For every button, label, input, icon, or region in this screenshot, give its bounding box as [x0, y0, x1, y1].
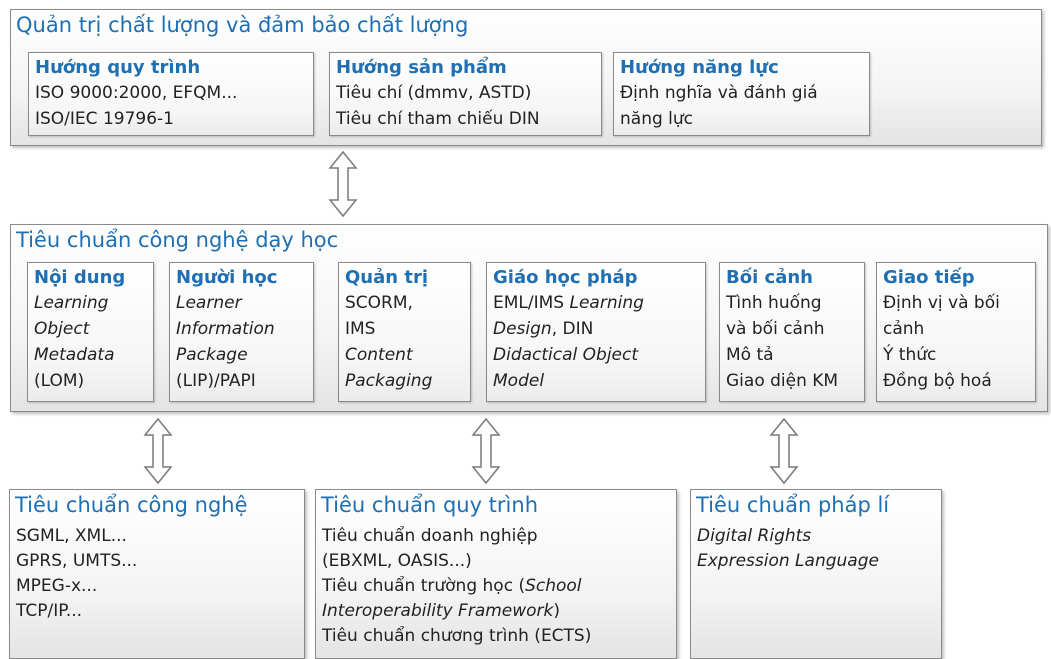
box-title: Quản trị [345, 267, 428, 288]
box-line: Đồng bộ hoá [883, 371, 992, 391]
panel-title: Tiêu chuẩn công nghệ [15, 493, 248, 517]
pedagogy-box: Giáo học pháp EML/IMS Learning Design, D… [486, 262, 706, 402]
context-box: Bối cảnh Tình huống và bối cảnh Mô tả Gi… [719, 262, 865, 402]
box-line: Mô tả [726, 345, 774, 365]
box-line: Metadata [34, 345, 115, 365]
panel-line-part: Interoperability Framework [322, 601, 554, 621]
panel-line: Expression Language [697, 551, 879, 571]
box-line: năng lực [620, 109, 694, 129]
box-title: Giao tiếp [883, 267, 975, 288]
panel-title: Tiêu chuẩn công nghệ dạy học [16, 228, 339, 252]
box-line-part: Learning [569, 293, 644, 313]
double-arrow-icon [769, 417, 799, 485]
box-line: Didactical Object [493, 345, 639, 365]
double-arrow-icon [328, 150, 358, 218]
panel-line: Tiêu chuẩn trường học (School [322, 574, 591, 599]
box-line: ISO 9000:2000, EFQM... [35, 83, 238, 103]
box-line: Định nghĩa và đánh giá [620, 83, 818, 103]
box-line-part: Design [493, 319, 552, 339]
box-line: Object [34, 319, 90, 339]
box-line: Tình huống [726, 293, 822, 313]
panel-line-part: ) [553, 601, 561, 621]
panel-line: Interoperability Framework) [322, 599, 591, 624]
box-title: Bối cảnh [726, 267, 813, 288]
box-line: ISO/IEC 19796-1 [35, 109, 174, 129]
learner-box: Người học Learner Information Package (L… [169, 262, 314, 402]
box-line: (LOM) [34, 371, 85, 391]
box-title: Giáo học pháp [493, 267, 638, 288]
process-standards-panel: Tiêu chuẩn quy trình Tiêu chuẩn doanh ng… [315, 489, 677, 659]
box-line: Tiêu chí tham chiếu DIN [336, 109, 540, 129]
box-title: Hướng năng lực [620, 57, 779, 78]
box-title: Hướng sản phẩm [336, 57, 507, 78]
box-line: Information [176, 319, 275, 339]
box-line: Learning [34, 293, 109, 313]
box-line: Giao diện KM [726, 371, 839, 391]
box-line: Định vị và bối [883, 293, 1000, 313]
panel-line: (EBXML, OASIS...) [322, 551, 472, 571]
box-title: Hướng quy trình [35, 57, 201, 78]
box-title: Nội dung [34, 267, 126, 288]
box-line: Ý thức [883, 345, 937, 365]
panel-line: Tiêu chuẩn doanh nghiệp [322, 526, 538, 546]
box-line: IMS [345, 319, 376, 339]
box-line: SCORM, [345, 293, 413, 313]
panel-title: Quản trị chất lượng và đảm bảo chất lượn… [16, 13, 469, 37]
quality-management-panel: Quản trị chất lượng và đảm bảo chất lượn… [10, 9, 1042, 146]
content-box: Nội dung Learning Object Metadata (LOM) [27, 262, 154, 402]
box-title: Người học [176, 267, 278, 288]
panel-line: Tiêu chuẩn chương trình (ECTS) [322, 626, 592, 646]
product-oriented-box: Hướng sản phẩm Tiêu chí (dmmv, ASTD) Tiê… [329, 52, 602, 136]
box-line: Tiêu chí (dmmv, ASTD) [336, 83, 532, 103]
panel-line: TCP/IP... [16, 601, 83, 621]
competence-oriented-box: Hướng năng lực Định nghĩa và đánh giá nă… [613, 52, 870, 136]
panel-line: Digital Rights [697, 526, 812, 546]
technology-standards-panel: Tiêu chuẩn công nghệ SGML, XML... GPRS, … [9, 489, 305, 659]
box-line: Model [493, 371, 545, 391]
box-line: Package [176, 345, 248, 365]
double-arrow-icon [471, 417, 501, 485]
panel-line: SGML, XML... [16, 526, 127, 546]
panel-title: Tiêu chuẩn pháp lí [696, 493, 890, 517]
panel-line-part: School [525, 576, 582, 596]
process-oriented-box: Hướng quy trình ISO 9000:2000, EFQM... I… [28, 52, 314, 136]
panel-line-part: Tiêu chuẩn trường học ( [322, 576, 526, 596]
legal-standards-panel: Tiêu chuẩn pháp lí Digital Rights Expres… [690, 489, 942, 659]
box-line: và bối cảnh [726, 319, 825, 339]
panel-title: Tiêu chuẩn quy trình [321, 493, 539, 517]
box-line: Design, DIN [493, 316, 699, 342]
double-arrow-icon [143, 417, 173, 485]
box-line: (LIP)/PAPI [176, 371, 256, 391]
box-line: Content [345, 345, 413, 365]
management-box: Quản trị SCORM, IMS Content Packaging [338, 262, 471, 402]
box-line: EML/IMS Learning [493, 290, 699, 316]
learning-technology-standards-panel: Tiêu chuẩn công nghệ dạy học Nội dung Le… [10, 224, 1048, 412]
box-line-part: EML/IMS [493, 293, 570, 313]
box-line: cảnh [883, 319, 925, 339]
box-line: Learner [176, 293, 242, 313]
box-line-part: , DIN [551, 319, 594, 339]
communication-box: Giao tiếp Định vị và bối cảnh Ý thức Đồn… [876, 262, 1036, 402]
box-line: Packaging [345, 371, 433, 391]
panel-line: MPEG-x... [16, 576, 98, 596]
panel-line: GPRS, UMTS... [16, 551, 138, 571]
